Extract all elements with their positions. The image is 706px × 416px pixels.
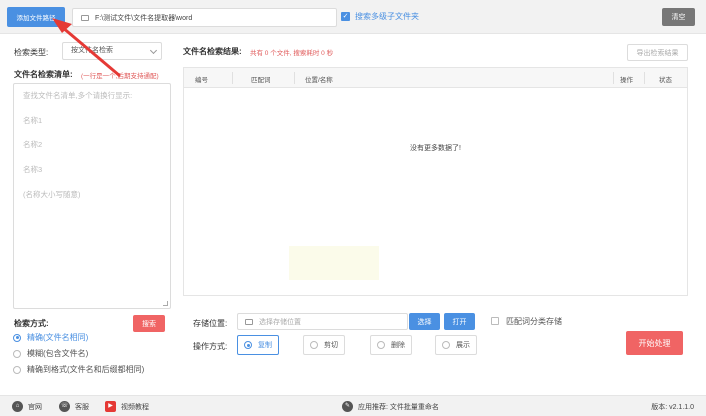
service-link[interactable]: ☏ 客服 bbox=[59, 401, 89, 412]
service-label: 客服 bbox=[75, 403, 89, 411]
export-results-button[interactable]: 导出检索结果 bbox=[627, 44, 688, 61]
clear-button[interactable]: 清空 bbox=[662, 8, 695, 26]
radio-selected-icon bbox=[244, 341, 252, 349]
mode-fuzzy-radio[interactable]: 模糊(包含文件名) bbox=[13, 348, 88, 359]
op-label: 展示 bbox=[456, 342, 470, 349]
radio-selected-icon bbox=[13, 333, 21, 342]
path-value: F:\测试文件\文件名提取器\word bbox=[95, 14, 193, 22]
placeholder-line: 名称2 bbox=[23, 140, 43, 149]
op-label: 剪切 bbox=[324, 342, 338, 349]
op-delete-radio[interactable]: 删除 bbox=[370, 335, 412, 355]
search-mode-label: 检索方式: bbox=[14, 319, 49, 328]
right-panel: 文件名检索结果: 共有 0 个文件, 搜索耗时 0 秒 导出检索结果 编号 匹配… bbox=[176, 40, 699, 385]
search-type-value: 按文件名检索 bbox=[71, 47, 113, 54]
version-label: 版本: v2.1.1.0 bbox=[651, 404, 694, 411]
headset-icon: ☏ bbox=[59, 401, 70, 412]
result-label: 文件名检索结果: bbox=[183, 47, 242, 56]
top-toolbar: 添加文件路径 F:\测试文件\文件名提取器\word ✓ 搜索多级子文件夹 清空 bbox=[0, 0, 706, 34]
empty-message: 没有更多数据了! bbox=[410, 145, 461, 152]
op-label: 删除 bbox=[391, 342, 405, 349]
choose-location-button[interactable]: 选择 bbox=[409, 313, 440, 330]
recommend-label: 应用推荐: 文件批量重命名 bbox=[358, 403, 439, 411]
status-bar: ⌂ 官网 ☏ 客服 ▶ 视频教程 ✎ 应用推荐: 文件批量重命名 版本: v2.… bbox=[0, 395, 706, 416]
search-button[interactable]: 搜索 bbox=[133, 315, 165, 332]
save-location-input[interactable]: 选择存储位置 bbox=[237, 313, 408, 330]
mode-format-radio[interactable]: 精确到格式(文件名和后缀都相同) bbox=[13, 364, 144, 375]
recommend-icon: ✎ bbox=[342, 401, 353, 412]
col-divider bbox=[232, 72, 233, 84]
left-panel: 检索类型: 按文件名检索 文件名检索清单: (一行是一个,后期支持通配) 查找文… bbox=[7, 40, 172, 385]
list-hint: (一行是一个,后期支持通配) bbox=[81, 73, 159, 80]
col-header: 状态 bbox=[659, 77, 672, 84]
match-classify-label[interactable]: 匹配词分类存储 bbox=[506, 316, 562, 327]
resize-handle[interactable] bbox=[163, 301, 168, 306]
include-subfolders-checkbox[interactable]: ✓ bbox=[341, 12, 350, 21]
op-show-radio[interactable]: 展示 bbox=[435, 335, 477, 355]
folder-icon bbox=[81, 14, 89, 21]
app-recommend-link[interactable]: ✎ 应用推荐: 文件批量重命名 bbox=[342, 401, 439, 412]
placeholder-line: 查找文件名清单,多个请换行显示: bbox=[23, 91, 133, 100]
watermark bbox=[289, 246, 379, 280]
col-header: 编号 bbox=[195, 77, 208, 84]
mode-label: 精确到格式(文件名和后缀都相同) bbox=[27, 365, 145, 374]
col-divider bbox=[613, 72, 614, 84]
mode-label: 精确(文件名相同) bbox=[27, 333, 89, 342]
op-label: 复制 bbox=[258, 342, 272, 349]
radio-icon bbox=[13, 349, 21, 358]
add-path-button[interactable]: 添加文件路径 bbox=[7, 7, 65, 27]
op-cut-radio[interactable]: 剪切 bbox=[303, 335, 345, 355]
save-location-label: 存储位置: bbox=[193, 319, 228, 328]
placeholder-line: 名称1 bbox=[23, 116, 43, 125]
chevron-down-icon bbox=[149, 46, 158, 55]
results-table: 编号 匹配词 位置/名称 操作 状态 没有更多数据了! bbox=[183, 67, 688, 296]
col-divider bbox=[294, 72, 295, 84]
filename-list-textarea[interactable]: 查找文件名清单,多个请换行显示: 名称1 名称2 名称3 (名称大小写随意) bbox=[13, 83, 171, 309]
radio-icon bbox=[13, 365, 21, 374]
placeholder-line: (名称大小写随意) bbox=[23, 190, 81, 199]
video-icon: ▶ bbox=[105, 401, 116, 412]
result-stats: 共有 0 个文件, 搜索耗时 0 秒 bbox=[250, 50, 334, 57]
radio-icon bbox=[442, 341, 450, 349]
search-type-select[interactable]: 按文件名检索 bbox=[62, 42, 162, 60]
save-placeholder: 选择存储位置 bbox=[259, 318, 301, 326]
placeholder-line: 名称3 bbox=[23, 165, 43, 174]
radio-icon bbox=[310, 341, 318, 349]
home-icon: ⌂ bbox=[12, 401, 23, 412]
start-processing-button[interactable]: 开始处理 bbox=[626, 331, 683, 355]
col-header: 位置/名称 bbox=[305, 77, 333, 84]
path-input[interactable]: F:\测试文件\文件名提取器\word bbox=[72, 8, 337, 27]
table-header: 编号 匹配词 位置/名称 操作 状态 bbox=[184, 68, 687, 88]
radio-icon bbox=[377, 341, 385, 349]
mode-exact-radio[interactable]: 精确(文件名相同) bbox=[13, 332, 88, 343]
website-label: 官网 bbox=[28, 403, 42, 411]
folder-icon bbox=[245, 318, 253, 325]
video-tutorial-link[interactable]: ▶ 视频教程 bbox=[105, 401, 149, 412]
search-type-label: 检索类型: bbox=[14, 48, 49, 57]
include-subfolders-label[interactable]: 搜索多级子文件夹 bbox=[355, 11, 419, 22]
open-location-button[interactable]: 打开 bbox=[444, 313, 475, 330]
list-label: 文件名检索清单: bbox=[14, 70, 73, 79]
video-label: 视频教程 bbox=[121, 403, 149, 411]
op-copy-radio[interactable]: 复制 bbox=[237, 335, 279, 355]
col-divider bbox=[644, 72, 645, 84]
operation-label: 操作方式: bbox=[193, 342, 228, 351]
col-header: 匹配词 bbox=[251, 77, 271, 84]
website-link[interactable]: ⌂ 官网 bbox=[12, 401, 42, 412]
mode-label: 模糊(包含文件名) bbox=[27, 349, 89, 358]
col-header: 操作 bbox=[620, 77, 633, 84]
match-classify-checkbox[interactable] bbox=[491, 317, 499, 325]
